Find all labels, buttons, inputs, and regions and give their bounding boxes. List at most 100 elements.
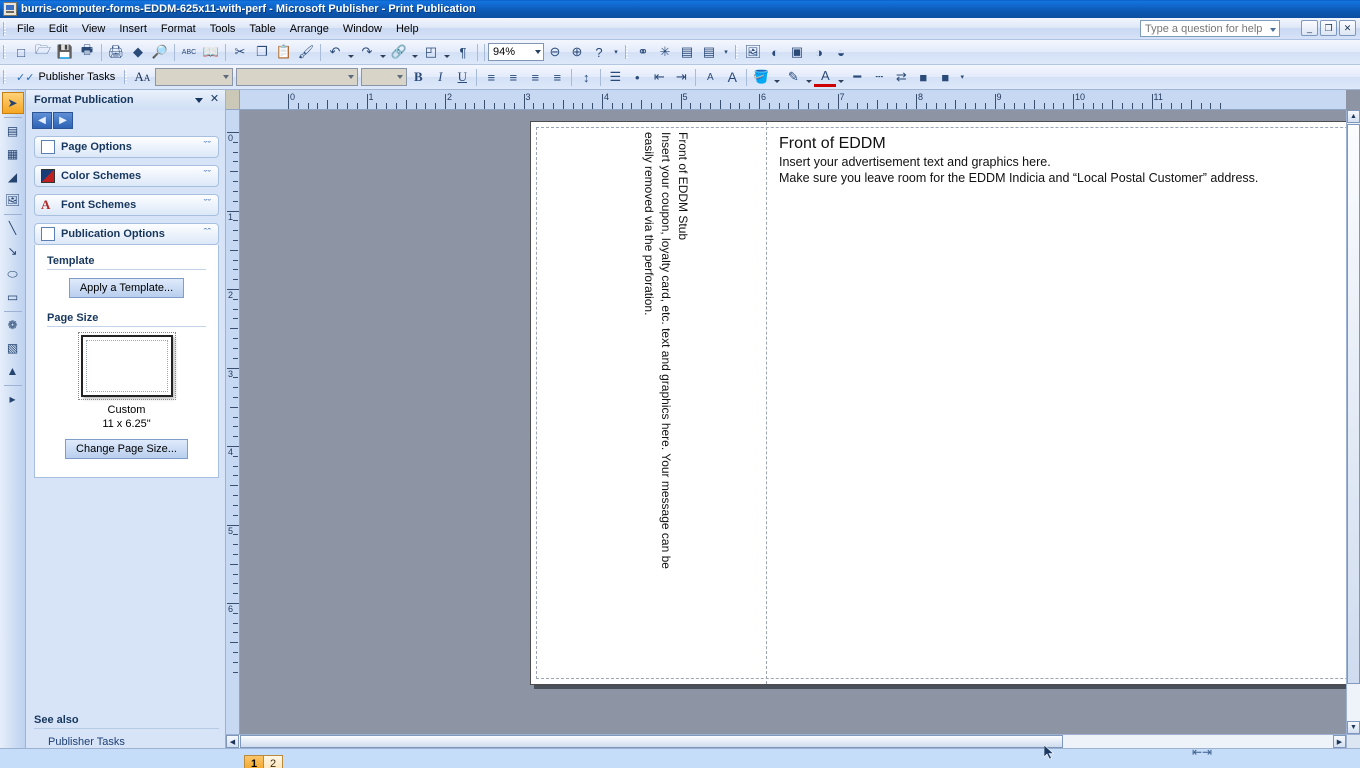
front-text-box[interactable]: Front of EDDM Insert your advertisement …	[779, 134, 1258, 186]
see-also-publisher-tasks-link[interactable]: Publisher Tasks	[34, 736, 219, 748]
font-styles-icon[interactable]: AA	[131, 67, 153, 88]
align-right-icon[interactable]: ≡	[524, 67, 546, 88]
chevron-down-icon[interactable]	[535, 50, 541, 54]
arrow-style-icon[interactable]: ⇄	[890, 67, 912, 88]
picture-frame-icon[interactable]: 🖼	[2, 189, 24, 211]
bring-front-icon[interactable]: ◰	[420, 42, 442, 63]
line-spacing-icon[interactable]: ↕	[575, 67, 597, 88]
more-contrast-icon[interactable]: ◑	[808, 42, 830, 63]
publication-canvas[interactable]: Front of EDDM Stub Insert your coupon, l…	[241, 111, 1346, 734]
vertical-scroll-thumb[interactable]	[1347, 124, 1360, 684]
print-preview-icon[interactable]: 🖶	[76, 42, 98, 63]
page-tab-2[interactable]: 2	[263, 755, 283, 768]
more-buttons-icon[interactable]: ▸	[2, 388, 24, 410]
increase-indent-icon[interactable]: ⇥	[670, 67, 692, 88]
chevron-down-icon[interactable]	[195, 98, 203, 103]
help-icon[interactable]: ?	[588, 42, 610, 63]
menu-view[interactable]: View	[75, 20, 113, 38]
chevron-down-icon[interactable]: ˇˇ	[204, 170, 211, 181]
scroll-up-button[interactable]: ▲	[1347, 110, 1360, 123]
menu-help[interactable]: Help	[389, 20, 426, 38]
format-painter-icon[interactable]: 🖌	[295, 42, 317, 63]
zoom-combo[interactable]: 94%	[488, 43, 544, 61]
autoshapes-icon[interactable]: ❁	[2, 314, 24, 336]
toolbar-group-grip[interactable]	[625, 45, 628, 59]
menu-tools[interactable]: Tools	[203, 20, 243, 38]
select-objects-icon[interactable]: ➤	[1, 92, 24, 114]
3d-style-icon[interactable]: ■	[934, 67, 956, 88]
forward-arrow-icon[interactable]: ▶	[53, 111, 73, 129]
break-link-icon[interactable]: ✳	[654, 42, 676, 63]
redo-icon[interactable]: ↷	[356, 42, 378, 63]
formatting-toolbar-grip[interactable]	[3, 70, 6, 84]
menu-insert[interactable]: Insert	[112, 20, 154, 38]
clip-art-icon[interactable]: ◐	[764, 42, 786, 63]
decrease-font-icon[interactable]: A	[699, 67, 721, 88]
menu-table[interactable]: Table	[242, 20, 282, 38]
section-color-schemes[interactable]: Color Schemes ˇˇ	[34, 165, 219, 187]
new-icon[interactable]: □	[10, 42, 32, 63]
close-icon[interactable]: ✕	[208, 93, 221, 106]
next-text-box-icon[interactable]: ▤	[698, 42, 720, 63]
open-icon[interactable]: 🗁	[32, 42, 54, 63]
restore-button[interactable]: ❐	[1320, 20, 1337, 36]
section-font-schemes[interactable]: A Font Schemes ˇˇ	[34, 194, 219, 216]
connect-text-boxes-icon[interactable]: ⚭	[632, 42, 654, 63]
special-characters-icon[interactable]: ¶	[452, 42, 474, 63]
fill-color-icon[interactable]: 🪣	[750, 67, 772, 88]
justify-icon[interactable]: ≡	[546, 67, 568, 88]
font-size-combo[interactable]	[361, 68, 408, 86]
horizontal-scrollbar[interactable]: ◀ ▶	[226, 734, 1346, 748]
decrease-indent-icon[interactable]: ⇤	[648, 67, 670, 88]
close-button[interactable]: ✕	[1339, 20, 1356, 36]
toolbar-overflow-icon[interactable]: ▾	[720, 42, 732, 63]
menu-bar-grip[interactable]	[3, 21, 6, 36]
chevron-down-icon[interactable]: ˇˇ	[204, 199, 211, 210]
horizontal-scroll-thumb[interactable]	[240, 735, 1063, 748]
print-icon[interactable]: 🖨	[105, 42, 127, 63]
print-preview2-icon[interactable]: 🔎	[149, 42, 171, 63]
back-arrow-icon[interactable]: ◀	[32, 111, 52, 129]
section-publication-options[interactable]: Publication Options ˆˆ	[34, 223, 219, 245]
font-color-dropdown-icon[interactable]	[836, 67, 846, 88]
bring-front-dropdown-icon[interactable]	[442, 42, 452, 63]
research-icon[interactable]: 📖	[200, 42, 222, 63]
help-search-input[interactable]: Type a question for help	[1140, 20, 1280, 37]
page-tab-1[interactable]: 1	[244, 755, 264, 768]
shadow-style-icon[interactable]: ■	[912, 67, 934, 88]
bullets-icon[interactable]: •	[626, 67, 648, 88]
publication-page[interactable]: Front of EDDM Stub Insert your coupon, l…	[530, 121, 1346, 685]
zoom-out-icon[interactable]: ⊖	[544, 42, 566, 63]
oval-icon[interactable]: ⬭	[2, 263, 24, 285]
align-center-icon[interactable]: ≡	[502, 67, 524, 88]
minimize-button[interactable]: _	[1301, 20, 1318, 36]
toolbar-group-grip[interactable]	[735, 45, 738, 59]
arrow-icon[interactable]: ↘	[2, 240, 24, 262]
insert-hyperlink-icon[interactable]: 🔗	[388, 42, 410, 63]
design-checker-icon[interactable]: ◆	[127, 42, 149, 63]
less-contrast-icon[interactable]: ◒	[830, 42, 852, 63]
toolbar-overflow-icon[interactable]: ▾	[956, 67, 968, 88]
apply-template-button[interactable]: Apply a Template...	[68, 278, 185, 298]
stub-text-box[interactable]: Front of EDDM Stub Insert your coupon, l…	[621, 132, 691, 680]
undo-dropdown-icon[interactable]	[346, 42, 356, 63]
menu-arrange[interactable]: Arrange	[283, 20, 336, 38]
dash-style-icon[interactable]: ┄	[868, 67, 890, 88]
rectangle-icon[interactable]: ▭	[2, 286, 24, 308]
line-icon[interactable]: ╲	[2, 217, 24, 239]
paste-icon[interactable]: 📋	[273, 42, 295, 63]
redo-dropdown-icon[interactable]	[378, 42, 388, 63]
publisher-tasks-button[interactable]: ✓✓ Publisher Tasks	[10, 67, 121, 88]
font-group-grip[interactable]	[124, 70, 128, 84]
save-icon[interactable]: 💾	[54, 42, 76, 63]
numbering-icon[interactable]: ☰	[604, 67, 626, 88]
line-style-icon[interactable]: ━	[846, 67, 868, 88]
change-page-size-button[interactable]: Change Page Size...	[65, 439, 188, 459]
vertical-ruler[interactable]: 0123456	[226, 110, 240, 734]
line-color-icon[interactable]: ✎	[782, 67, 804, 88]
menu-file[interactable]: File	[10, 20, 42, 38]
scroll-left-button[interactable]: ◀	[226, 735, 239, 748]
align-left-icon[interactable]: ≡	[480, 67, 502, 88]
underline-button[interactable]: U	[451, 67, 473, 88]
zoom-in-icon[interactable]: ⊕	[566, 42, 588, 63]
